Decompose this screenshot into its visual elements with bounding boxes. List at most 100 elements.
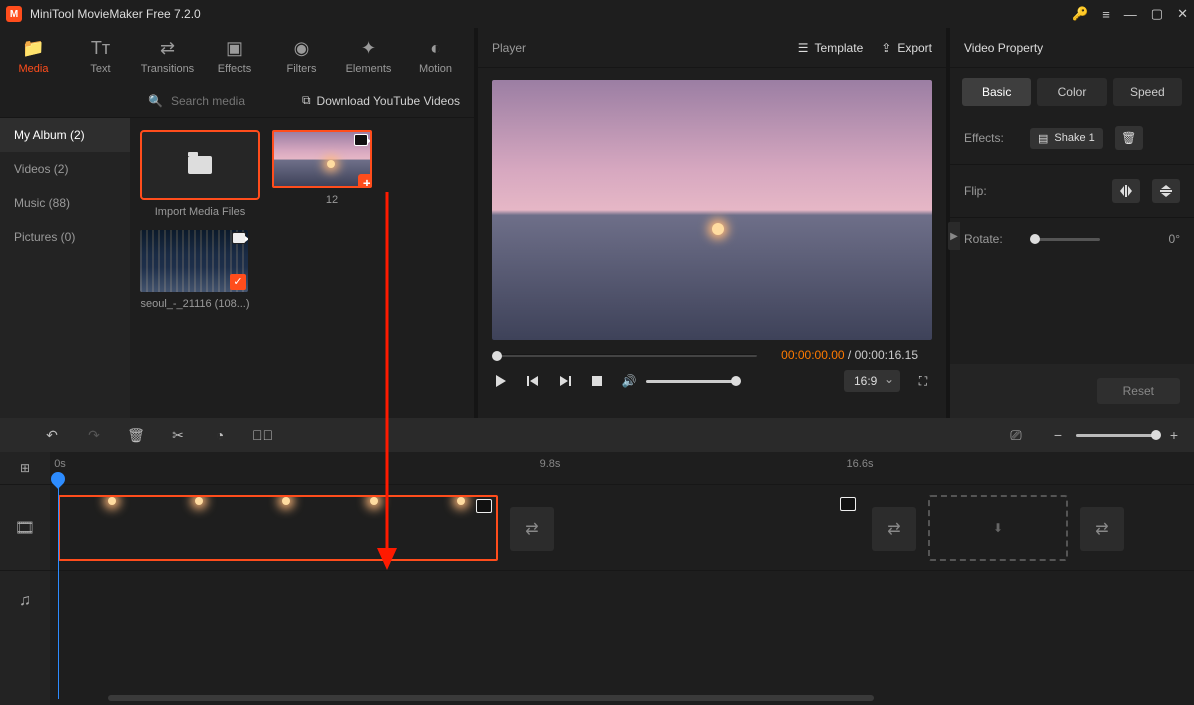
- tab-text[interactable]: Tᴛ Text: [67, 34, 134, 84]
- timeline-scrollbar[interactable]: [100, 695, 1194, 703]
- ruler-tick: 16.6s: [847, 458, 874, 470]
- folder-icon: 📁: [0, 38, 67, 59]
- ruler-tick: 9.8s: [540, 458, 561, 470]
- reset-button[interactable]: Reset: [1097, 378, 1180, 404]
- aspect-ratio-select[interactable]: 16:9: [844, 370, 900, 392]
- transition-slot-2[interactable]: ⇄: [872, 507, 916, 551]
- time-separator: /: [845, 348, 855, 362]
- album-my-album[interactable]: My Album (2): [0, 118, 130, 152]
- close-button[interactable]: ✕: [1177, 6, 1188, 22]
- fit-timeline-button[interactable]: ⎚: [1006, 427, 1026, 444]
- undo-button[interactable]: ↶: [42, 427, 62, 444]
- progress-knob[interactable]: [492, 351, 502, 361]
- clip-layers-icon: [842, 499, 856, 511]
- effects-icon: ▣: [201, 38, 268, 59]
- add-to-timeline-button[interactable]: +: [358, 174, 372, 188]
- tab-label: Transitions: [141, 63, 194, 75]
- prop-tab-basic[interactable]: Basic: [962, 78, 1031, 106]
- template-icon: ☰: [798, 41, 809, 55]
- fullscreen-button[interactable]: ⛶: [914, 372, 932, 390]
- tab-label: Text: [90, 63, 110, 75]
- crop-button[interactable]: ✂⃞: [252, 427, 272, 443]
- prop-tab-speed[interactable]: Speed: [1113, 78, 1182, 106]
- search-input[interactable]: [169, 93, 289, 109]
- youtube-link-label: Download YouTube Videos: [317, 94, 460, 108]
- timeline-clip-2[interactable]: [550, 495, 860, 561]
- volume-icon[interactable]: 🔊: [620, 372, 638, 390]
- zoom-out-button[interactable]: −: [1048, 427, 1068, 443]
- player-panel: Player ☰ Template ⇪ Export 00:00:00.00: [478, 28, 950, 418]
- rotate-slider[interactable]: [1030, 238, 1100, 241]
- media-clip-2[interactable]: ✓ seoul_-_21116 (108...): [140, 230, 250, 310]
- tab-label: Elements: [346, 63, 392, 75]
- flip-vertical-button[interactable]: [1152, 179, 1180, 203]
- minimize-button[interactable]: —: [1124, 7, 1137, 22]
- album-list: My Album (2) Videos (2) Music (88) Pictu…: [0, 118, 130, 418]
- add-track-button[interactable]: ⊞: [0, 452, 50, 484]
- video-property-panel: Video Property Basic Color Speed Effects…: [950, 28, 1194, 418]
- video-badge-icon: [232, 232, 246, 244]
- delete-effect-button[interactable]: 🗑: [1115, 126, 1143, 150]
- delete-button[interactable]: 🗑: [126, 427, 146, 444]
- timeline-toolbar: ↶ ↷ 🗑 ✂ ◔ ✂⃞ ⎚ − +: [0, 418, 1194, 452]
- video-track-icon: 🎞: [0, 484, 50, 570]
- export-label: Export: [897, 41, 932, 55]
- video-badge-icon: [354, 134, 368, 146]
- zoom-slider[interactable]: [1076, 434, 1156, 437]
- transition-slot-3[interactable]: ⇄: [1080, 507, 1124, 551]
- tab-media[interactable]: 📁 Media: [0, 34, 67, 84]
- download-youtube-link[interactable]: ⧉ Download YouTube Videos: [302, 93, 474, 108]
- timeline-ruler[interactable]: 0s 9.8s 16.6s: [50, 452, 1194, 484]
- import-media-tile[interactable]: Import Media Files: [140, 130, 260, 218]
- tab-transitions[interactable]: ⇄ Transitions: [134, 34, 201, 84]
- effect-chip[interactable]: ▤ Shake 1: [1030, 128, 1103, 149]
- video-track[interactable]: ⇄ ⇄ ⬇ ⇄: [50, 484, 1194, 570]
- stop-button[interactable]: [588, 372, 606, 390]
- effect-name: Shake 1: [1054, 132, 1094, 144]
- album-videos[interactable]: Videos (2): [0, 152, 130, 186]
- export-button[interactable]: ⇪ Export: [881, 41, 932, 55]
- progress-track[interactable]: [492, 354, 757, 357]
- pro-key-icon[interactable]: 🔑: [1072, 6, 1088, 22]
- playhead[interactable]: [58, 452, 65, 705]
- media-clip-1[interactable]: + 12: [272, 130, 392, 218]
- current-time: 00:00:00.00: [781, 348, 844, 362]
- tab-filters[interactable]: ◉ Filters: [268, 34, 335, 84]
- tab-effects[interactable]: ▣ Effects: [201, 34, 268, 84]
- import-label: Import Media Files: [140, 206, 260, 218]
- album-music[interactable]: Music (88): [0, 186, 130, 220]
- collapse-property-button[interactable]: ▶: [948, 222, 960, 250]
- timeline-clip-1[interactable]: [58, 495, 498, 561]
- drop-placeholder[interactable]: ⬇: [928, 495, 1068, 561]
- split-button[interactable]: ✂: [168, 427, 188, 444]
- redo-button[interactable]: ↷: [84, 427, 104, 444]
- export-icon: ⇪: [881, 41, 891, 55]
- effects-label: Effects:: [964, 131, 1018, 145]
- media-subbar: 🔍 ⧉ Download YouTube Videos: [0, 84, 474, 118]
- search-icon: 🔍: [148, 94, 163, 108]
- play-button[interactable]: [492, 372, 510, 390]
- media-panel: 📁 Media Tᴛ Text ⇄ Transitions ▣ Effects …: [0, 28, 478, 418]
- rotate-label: Rotate:: [964, 232, 1018, 246]
- next-frame-button[interactable]: [556, 372, 574, 390]
- tab-label: Motion: [419, 63, 452, 75]
- zoom-in-button[interactable]: +: [1164, 427, 1184, 443]
- menu-icon[interactable]: ≡: [1102, 7, 1110, 22]
- prop-tab-color[interactable]: Color: [1037, 78, 1106, 106]
- volume-slider[interactable]: [646, 380, 736, 383]
- speed-button[interactable]: ◔: [210, 427, 230, 443]
- album-pictures[interactable]: Pictures (0): [0, 220, 130, 254]
- preview-viewport[interactable]: [492, 80, 932, 340]
- elements-icon: ✦: [335, 38, 402, 59]
- audio-track[interactable]: [50, 570, 1194, 630]
- titlebar: M MiniTool MovieMaker Free 7.2.0 🔑 ≡ — ▢…: [0, 0, 1194, 28]
- maximize-button[interactable]: ▢: [1151, 6, 1163, 22]
- transition-slot-1[interactable]: ⇄: [510, 507, 554, 551]
- tab-elements[interactable]: ✦ Elements: [335, 34, 402, 84]
- prev-frame-button[interactable]: [524, 372, 542, 390]
- flip-horizontal-button[interactable]: [1112, 179, 1140, 203]
- tab-motion[interactable]: ◐ Motion: [402, 34, 469, 84]
- search-box[interactable]: 🔍: [130, 93, 302, 109]
- main-tabs: 📁 Media Tᴛ Text ⇄ Transitions ▣ Effects …: [0, 28, 474, 84]
- template-button[interactable]: ☰ Template: [798, 41, 863, 55]
